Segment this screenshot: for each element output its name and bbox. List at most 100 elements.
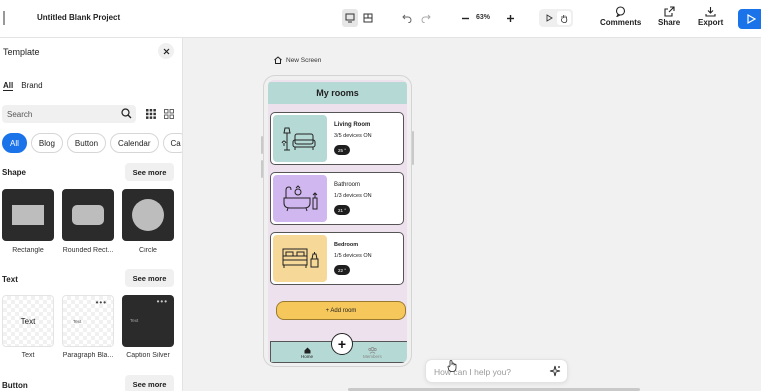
panel-title: Template [3,47,40,57]
comments-button[interactable]: Comments [600,6,641,27]
tab-all[interactable]: All [3,81,14,91]
room-image [273,235,327,282]
tile-label: Text [21,352,35,359]
room-name: Bedroom [334,242,359,248]
desktop-view-icon[interactable] [342,9,358,27]
see-more-button-button[interactable]: See more [125,375,174,391]
more-icon[interactable]: ••• [96,298,107,307]
chip-more[interactable]: Ca [162,133,182,153]
mode-toggle-group [539,9,573,27]
preview-play-button[interactable] [738,9,761,29]
play-icon [747,14,756,24]
sparkle-icon[interactable] [549,365,561,377]
chip-all[interactable]: All [2,133,27,153]
play-mode-icon[interactable] [542,11,556,25]
caption-silver-tile[interactable]: ••• Text [122,295,174,347]
phone-frame[interactable]: My rooms Living Room 3/5 devices ON 25 ° [261,75,414,367]
download-icon [705,7,716,17]
room-devices: 1/5 devices ON [334,253,372,259]
room-name: Bathroom [334,182,361,188]
chip-blog[interactable]: Blog [30,133,63,153]
screen-label[interactable]: New Screen [274,56,321,64]
search-icon[interactable] [121,108,132,119]
layout-view-icon[interactable] [360,9,376,27]
see-more-text-button[interactable]: See more [125,269,174,287]
chip-calendar[interactable]: Calendar [110,133,159,153]
circle-shape [132,199,164,231]
see-more-shape-button[interactable]: See more [125,163,174,181]
menu-edge[interactable] [3,11,5,25]
home-icon [304,347,310,354]
nav-home-label: Home [301,354,314,359]
room-devices: 1/3 devices ON [334,193,372,199]
room-card[interactable]: Living Room 3/5 devices ON 25 ° [270,112,404,165]
grid-large-icon[interactable] [146,109,156,119]
rounded-rect-shape [72,205,104,225]
share-button[interactable]: Share [658,6,680,27]
side-button [261,136,263,154]
tab-brand[interactable]: Brand [21,81,42,91]
temperature-badge: 21 ° [334,205,350,215]
share-icon [664,6,675,17]
ai-placeholder: How can I help you? [434,367,512,377]
rectangle-tile[interactable] [2,189,54,241]
side-button [412,131,414,165]
redo-icon[interactable] [420,12,432,24]
nav-home[interactable]: Home [301,347,313,359]
text-tile[interactable]: Text [2,295,54,347]
grid-small-icon[interactable] [164,109,174,119]
app-screen: My rooms Living Room 3/5 devices ON 25 ° [268,80,407,363]
temperature-badge: 25 ° [334,145,350,155]
temperature-badge: 22 ° [334,265,350,275]
shape-section-title: Shape [2,168,27,177]
comment-icon [616,6,626,17]
tile-text-preview: Text [130,318,139,323]
search-input[interactable]: Search [2,105,136,123]
hand-cursor-icon [447,360,457,372]
template-panel: Template All Brand Search All Blog Butto… [0,38,183,391]
bed-icon [282,248,319,268]
template-tabs: All Brand [3,81,43,91]
rectangle-shape [12,205,44,225]
share-label: Share [658,18,681,27]
export-label: Export [698,18,724,27]
rounded-rect-tile[interactable] [62,189,114,241]
nav-members-label: Members [363,354,382,359]
app-header: My rooms [268,82,407,104]
screen-name: New Screen [286,56,322,64]
close-button[interactable] [158,43,174,59]
zoom-out-icon[interactable] [459,12,471,24]
search-placeholder: Search [7,110,33,119]
button-section-title: Button [2,381,28,390]
tile-text-preview: Text [20,317,36,326]
room-devices: 3/5 devices ON [334,133,372,139]
zoom-level[interactable]: 63% [476,14,490,21]
nav-members[interactable]: Members [363,347,382,359]
chip-button[interactable]: Button [66,133,107,153]
paragraph-tile[interactable]: ••• Text [62,295,114,347]
bathtub-icon [283,184,318,211]
top-bar: Untitled Blank Project 63% Comments Shar… [0,0,761,38]
side-button [261,160,263,178]
undo-icon[interactable] [401,12,413,24]
close-icon [163,48,169,54]
room-image [273,115,327,162]
room-card[interactable]: Bathroom 1/3 devices ON 21 ° [270,172,404,225]
circle-tile[interactable] [122,189,174,241]
tile-label: Paragraph Bla... [62,352,114,359]
project-title[interactable]: Untitled Blank Project [37,13,120,22]
home-icon [274,56,282,64]
add-fab-button[interactable]: + [331,333,353,355]
text-section-title: Text [2,275,18,284]
room-card[interactable]: Bedroom 1/5 devices ON 22 ° [270,232,404,285]
view-toggle-group [342,9,376,27]
more-icon[interactable]: ••• [157,297,168,306]
hand-tool-icon[interactable] [557,11,571,25]
zoom-in-icon[interactable] [504,12,516,24]
room-image [273,175,327,222]
export-button[interactable]: Export [698,6,723,27]
tile-label: Circle [139,247,157,254]
add-room-button[interactable]: + Add room [276,301,406,320]
members-icon [368,347,377,354]
comments-label: Comments [600,18,642,27]
